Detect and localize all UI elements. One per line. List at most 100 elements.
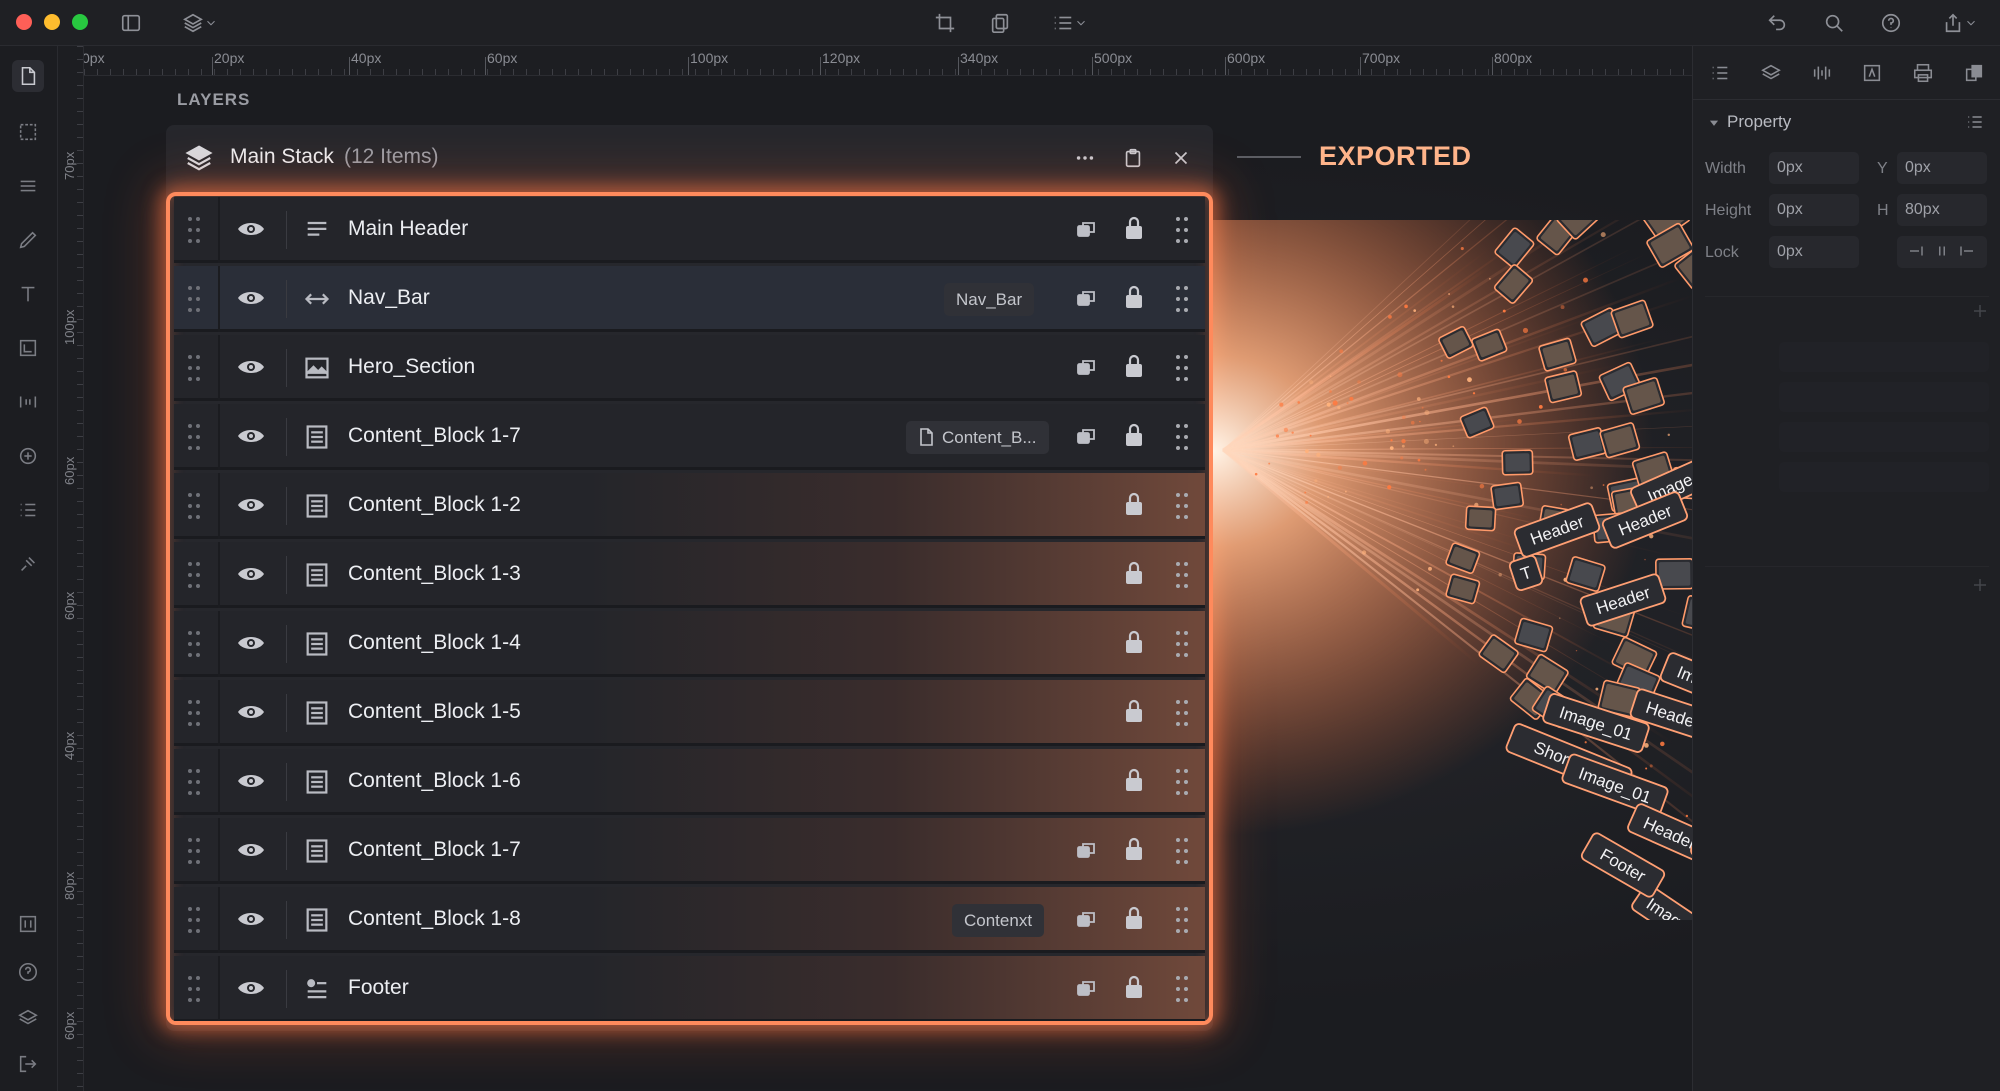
lock-icon[interactable] xyxy=(1122,767,1146,793)
print-tab-icon[interactable] xyxy=(1910,60,1936,86)
visibility-eye-icon[interactable] xyxy=(236,355,266,379)
frame-select-icon[interactable] xyxy=(12,116,44,148)
layer-row[interactable]: Content_Block 1-2 xyxy=(174,473,1205,539)
layer-row[interactable]: Footer xyxy=(174,956,1205,1021)
lock-icon[interactable] xyxy=(1122,491,1146,517)
alignment-controls[interactable] xyxy=(1897,236,1987,268)
layer-row[interactable]: Nav_Bar Nav_Bar xyxy=(174,266,1205,332)
drag-handle-icon[interactable] xyxy=(1176,355,1190,381)
collapse-arrow-icon[interactable] xyxy=(1707,116,1721,130)
layer-name[interactable]: Main Header xyxy=(348,217,468,241)
drag-handle-icon[interactable] xyxy=(188,700,202,726)
drag-handle-icon[interactable] xyxy=(188,217,202,243)
layer-row[interactable]: Content_Block 1-7 xyxy=(174,818,1205,884)
layer-row[interactable]: Content_Block 1-4 xyxy=(174,611,1205,677)
drag-handle-icon[interactable] xyxy=(1176,976,1190,1002)
search-icon[interactable] xyxy=(1819,9,1849,37)
visibility-eye-icon[interactable] xyxy=(236,769,266,793)
link-icon[interactable] xyxy=(1074,976,1098,1000)
layer-name[interactable]: Content_Block 1-4 xyxy=(348,631,521,655)
visibility-eye-icon[interactable] xyxy=(236,631,266,655)
close-window-button[interactable] xyxy=(16,14,32,30)
layer-tag-chip[interactable]: Contenxt xyxy=(952,904,1045,937)
drag-handle-icon[interactable] xyxy=(1176,493,1190,519)
sidebar-toggle-icon[interactable] xyxy=(116,9,146,37)
layer-row[interactable]: Content_Block 1-6 xyxy=(174,749,1205,815)
lock-icon[interactable] xyxy=(1122,422,1146,448)
drag-handle-icon[interactable] xyxy=(1176,562,1190,588)
drag-handle-icon[interactable] xyxy=(188,631,202,657)
add-section-icon[interactable] xyxy=(1971,302,1989,320)
lock-icon[interactable] xyxy=(1122,905,1146,931)
align-right-icon[interactable] xyxy=(1956,242,1978,260)
add-section-icon-2[interactable] xyxy=(1971,576,1989,594)
link-icon[interactable] xyxy=(1074,355,1098,379)
menu-lines-icon[interactable] xyxy=(12,170,44,202)
lock-icon[interactable] xyxy=(1122,974,1146,1000)
share-icon[interactable] xyxy=(1932,9,1988,37)
lock-icon[interactable] xyxy=(1122,284,1146,310)
visibility-eye-icon[interactable] xyxy=(236,286,266,310)
drag-handle-icon[interactable] xyxy=(1176,838,1190,864)
link-icon[interactable] xyxy=(1074,424,1098,448)
lock-icon[interactable] xyxy=(1122,215,1146,241)
minimize-window-button[interactable] xyxy=(44,14,60,30)
visibility-eye-icon[interactable] xyxy=(236,907,266,931)
drag-handle-icon[interactable] xyxy=(1176,769,1190,795)
drag-handle-icon[interactable] xyxy=(188,976,202,1002)
undo-icon[interactable] xyxy=(1762,9,1792,37)
drag-handle-icon[interactable] xyxy=(188,355,202,381)
list-tab-icon[interactable] xyxy=(1707,60,1733,86)
grid-icon[interactable] xyxy=(12,908,44,940)
layer-row[interactable]: Content_Block 1-8 Contenxt xyxy=(174,887,1205,953)
layer-row[interactable]: Main Header xyxy=(174,197,1205,263)
page-icon[interactable] xyxy=(12,60,44,92)
layers-dropdown-icon[interactable] xyxy=(170,9,230,37)
link-icon[interactable] xyxy=(1074,907,1098,931)
drag-handle-icon[interactable] xyxy=(188,493,202,519)
layers-icon[interactable] xyxy=(12,1002,44,1034)
link-icon[interactable] xyxy=(1074,838,1098,862)
align-center-icon[interactable] xyxy=(1931,242,1953,260)
pen-icon[interactable] xyxy=(12,224,44,256)
zoom-window-button[interactable] xyxy=(72,14,88,30)
text-tool-icon[interactable] xyxy=(12,278,44,310)
drag-handle-icon[interactable] xyxy=(1176,631,1190,657)
drag-handle-icon[interactable] xyxy=(188,286,202,312)
drag-handle-icon[interactable] xyxy=(188,424,202,450)
link-icon[interactable] xyxy=(1074,217,1098,241)
layer-name[interactable]: Content_Block 1-7 xyxy=(348,838,521,862)
layer-name[interactable]: Content_Block 1-7 xyxy=(348,424,521,448)
distribute-icon[interactable] xyxy=(12,386,44,418)
layer-name[interactable]: Nav_Bar xyxy=(348,286,430,310)
drag-handle-icon[interactable] xyxy=(188,562,202,588)
layer-name[interactable]: Content_Block 1-3 xyxy=(348,562,521,586)
drag-handle-icon[interactable] xyxy=(1176,286,1190,312)
lock-icon[interactable] xyxy=(1122,560,1146,586)
copy-icon[interactable] xyxy=(985,9,1015,37)
drag-handle-icon[interactable] xyxy=(188,769,202,795)
drag-handle-icon[interactable] xyxy=(1176,700,1190,726)
text-tab-icon[interactable] xyxy=(1859,60,1885,86)
visibility-eye-icon[interactable] xyxy=(236,700,266,724)
component-tab-icon[interactable] xyxy=(1961,60,1987,86)
help-icon[interactable] xyxy=(1876,9,1906,37)
height-field[interactable]: 0px xyxy=(1769,194,1859,226)
layer-name[interactable]: Footer xyxy=(348,976,409,1000)
drag-handle-icon[interactable] xyxy=(188,907,202,933)
list-icon[interactable] xyxy=(12,494,44,526)
audio-tab-icon[interactable] xyxy=(1809,60,1835,86)
list-dropdown-icon[interactable] xyxy=(1040,9,1100,37)
plugin-icon[interactable] xyxy=(12,548,44,580)
width-field[interactable]: 0px xyxy=(1769,152,1859,184)
layer-name[interactable]: Content_Block 1-6 xyxy=(348,769,521,793)
visibility-eye-icon[interactable] xyxy=(236,976,266,1000)
visibility-eye-icon[interactable] xyxy=(236,424,266,448)
visibility-eye-icon[interactable] xyxy=(236,217,266,241)
layers-tab-icon[interactable] xyxy=(1758,60,1784,86)
link-icon[interactable] xyxy=(1074,286,1098,310)
layer-name[interactable]: Hero_Section xyxy=(348,355,475,379)
lock-field[interactable]: 0px xyxy=(1769,236,1859,268)
layer-row[interactable]: Content_Block 1-7 Content_B... xyxy=(174,404,1205,470)
image-tool-icon[interactable] xyxy=(12,332,44,364)
